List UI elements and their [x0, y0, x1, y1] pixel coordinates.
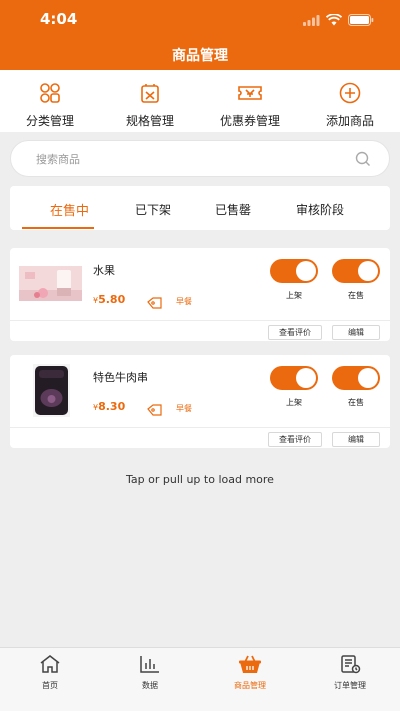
- status-tabs: 在售中 已下架 已售罄 审核阶段: [10, 186, 390, 230]
- product-price: ¥8.30: [93, 400, 125, 413]
- price-value: 5.80: [98, 293, 126, 306]
- product-image: [33, 364, 70, 417]
- toggle-knob: [358, 368, 378, 388]
- view-reviews-button[interactable]: 查看评价: [268, 432, 322, 447]
- tabbar-item-product-management[interactable]: 商品管理: [200, 648, 300, 711]
- tabbar-label-data: 数据: [142, 681, 158, 690]
- search-input[interactable]: 搜索商品: [10, 140, 390, 177]
- product-category: 早餐: [176, 404, 192, 413]
- tab-sold-out[interactable]: 已售罄: [215, 201, 251, 218]
- page-title: 商品管理: [172, 48, 228, 64]
- bottom-tab-bar: 首页 数据 商品管理 订单管理: [0, 647, 400, 711]
- battery-icon: [348, 11, 374, 30]
- product-info[interactable]: 水果 ¥5.80 早餐 上架 在售: [10, 248, 390, 320]
- listed-toggle[interactable]: [270, 259, 318, 283]
- tag-icon: [147, 401, 163, 420]
- tabbar-label-order-management: 订单管理: [334, 681, 366, 690]
- tab-on-sale[interactable]: 在售中: [50, 200, 89, 219]
- edit-button[interactable]: 编辑: [332, 325, 380, 340]
- chart-icon: [139, 654, 161, 678]
- on-sale-toggle-label: 在售: [348, 398, 364, 407]
- add-product-button[interactable]: 添加商品: [300, 70, 400, 132]
- tabbar-label-home: 首页: [42, 681, 58, 690]
- spec-management-label: 规格管理: [125, 114, 174, 128]
- on-sale-toggle[interactable]: [332, 366, 380, 390]
- category-management-label: 分类管理: [25, 114, 74, 128]
- category-icon: [39, 82, 61, 108]
- order-icon: [339, 654, 361, 678]
- app-header: 4:04 商品管理: [0, 0, 400, 70]
- edit-button[interactable]: 编辑: [332, 432, 380, 447]
- status-time: 4:04: [40, 10, 78, 28]
- tabbar-item-data[interactable]: 数据: [100, 648, 200, 711]
- product-name: 特色牛肉串: [93, 371, 148, 384]
- coupon-icon: [237, 82, 263, 108]
- spec-icon: [139, 82, 161, 108]
- toggle-knob: [296, 261, 316, 281]
- tag-icon: [147, 294, 163, 313]
- category-management-button[interactable]: 分类管理: [0, 70, 100, 132]
- price-value: 8.30: [98, 400, 126, 413]
- tab-under-review[interactable]: 审核阶段: [296, 201, 344, 218]
- add-circle-icon: [339, 82, 361, 108]
- status-icons: [303, 11, 374, 30]
- quick-action-bar: 分类管理 规格管理 优惠券管理 添加商品: [0, 70, 400, 132]
- add-product-label: 添加商品: [325, 114, 374, 128]
- tab-delisted[interactable]: 已下架: [135, 201, 171, 218]
- tabbar-item-order-management[interactable]: 订单管理: [300, 648, 400, 711]
- product-name: 水果: [93, 264, 115, 277]
- search-placeholder: 搜索商品: [36, 153, 80, 166]
- tabbar-item-home[interactable]: 首页: [0, 648, 100, 711]
- toggle-knob: [358, 261, 378, 281]
- search-icon[interactable]: [355, 151, 371, 171]
- toggle-knob: [296, 368, 316, 388]
- signal-icon: [303, 11, 320, 30]
- listed-toggle-label: 上架: [286, 398, 302, 407]
- coupon-management-button[interactable]: 优惠券管理: [200, 70, 300, 132]
- card-divider: [10, 320, 390, 321]
- product-info[interactable]: 特色牛肉串 ¥8.30 早餐 上架 在售: [10, 355, 390, 427]
- listed-toggle-label: 上架: [286, 291, 302, 300]
- on-sale-toggle-label: 在售: [348, 291, 364, 300]
- product-price: ¥5.80: [93, 293, 125, 306]
- active-tab-indicator: [22, 227, 94, 229]
- card-divider: [10, 427, 390, 428]
- spec-management-button[interactable]: 规格管理: [100, 70, 200, 132]
- product-card: 特色牛肉串 ¥8.30 早餐 上架 在售 查看评价 编辑: [10, 355, 390, 448]
- coupon-management-label: 优惠券管理: [219, 114, 280, 128]
- basket-icon: [238, 654, 262, 678]
- load-more-text[interactable]: Tap or pull up to load more: [0, 473, 400, 486]
- view-reviews-button[interactable]: 查看评价: [268, 325, 322, 340]
- listed-toggle[interactable]: [270, 366, 318, 390]
- home-icon: [39, 654, 61, 678]
- product-category: 早餐: [176, 297, 192, 306]
- wifi-icon: [325, 11, 343, 30]
- product-image: [19, 266, 82, 301]
- product-card: 水果 ¥5.80 早餐 上架 在售 查看评价 编辑: [10, 248, 390, 341]
- on-sale-toggle[interactable]: [332, 259, 380, 283]
- tabbar-label-product-management: 商品管理: [234, 681, 266, 690]
